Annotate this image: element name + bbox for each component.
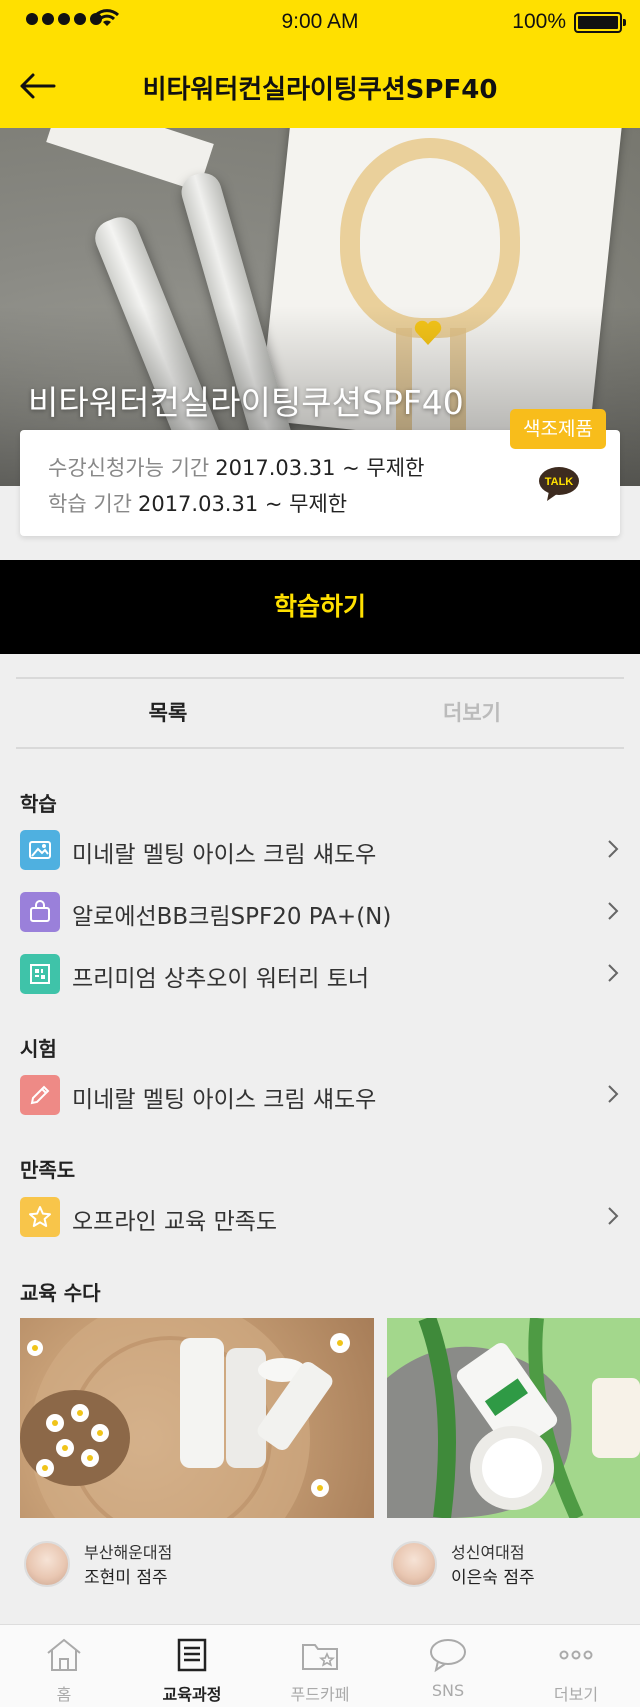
tab-bar: 목록 더보기 bbox=[16, 677, 624, 749]
cosmetics-photo bbox=[20, 1318, 350, 1518]
image-icon bbox=[20, 830, 60, 870]
section-title-talk: 교육 수다 bbox=[20, 1281, 101, 1305]
avatar bbox=[24, 1541, 70, 1587]
page-title: 비타워터컨실라이팅쿠션SPF40 bbox=[142, 75, 498, 105]
apply-period-label: 수강신청가능 기간 bbox=[48, 456, 210, 480]
bottom-tab-label: 교육과정 bbox=[162, 1685, 222, 1704]
star-icon bbox=[20, 1197, 60, 1237]
list-item-study-1[interactable]: 미네랄 멜팅 아이스 크림 섀도우 bbox=[20, 828, 624, 872]
talk-chat-icon[interactable]: TALK bbox=[539, 466, 579, 502]
chevron-right-icon bbox=[608, 840, 619, 858]
apply-period: 수강신청가능 기간 2017.03.31 ~ 무제한 bbox=[48, 452, 424, 482]
chevron-right-icon bbox=[608, 964, 619, 982]
bottom-tab-label: 홈 bbox=[56, 1685, 72, 1704]
navigation-bar: 비타워터컨실라이팅쿠션SPF40 bbox=[0, 44, 640, 128]
more-dots-icon bbox=[559, 1650, 593, 1660]
bottom-tab-home[interactable]: 홈 bbox=[0, 1625, 128, 1707]
avatar bbox=[391, 1541, 437, 1587]
bottom-tab-label: SNS bbox=[431, 1681, 465, 1700]
cosmetics-photo bbox=[387, 1318, 640, 1518]
talk-post-photo-2[interactable] bbox=[387, 1318, 640, 1518]
folder-star-icon bbox=[302, 1644, 338, 1670]
study-period: 학습 기간 2017.03.31 ~ 무제한 bbox=[48, 488, 347, 518]
list-item-label: 오프라인 교육 만족도 bbox=[72, 1209, 278, 1235]
tab-more[interactable]: 더보기 bbox=[320, 679, 624, 747]
list-item-exam-1[interactable]: 미네랄 멜팅 아이스 크림 섀도우 bbox=[20, 1073, 624, 1117]
list-item-label: 미네랄 멜팅 아이스 크림 섀도우 bbox=[72, 1087, 377, 1113]
author-name: 이은숙 점주 bbox=[451, 1568, 535, 1588]
qr-icon bbox=[20, 954, 60, 994]
talk-post-photo-1[interactable] bbox=[20, 1318, 374, 1518]
bottom-tab-label: 더보기 bbox=[553, 1685, 599, 1704]
section-title-exam: 시험 bbox=[20, 1037, 57, 1061]
apply-period-value: 2017.03.31 ~ 무제한 bbox=[215, 456, 425, 480]
bag-icon bbox=[20, 892, 60, 932]
study-period-value: 2017.03.31 ~ 무제한 bbox=[137, 492, 348, 516]
hero-title: 비타워터컨실라이팅쿠션SPF40 bbox=[28, 383, 464, 422]
chevron-right-icon bbox=[608, 1085, 619, 1103]
status-bar: 9:00 AM 100% bbox=[0, 0, 640, 44]
chat-bubble-icon bbox=[430, 1639, 466, 1673]
bottom-tab-food-cafe[interactable]: 푸드카페 bbox=[256, 1625, 384, 1707]
chevron-right-icon bbox=[608, 902, 619, 920]
bottom-navigation: 홈 교육과정 푸드카페 SNS 더보기 bbox=[0, 1624, 640, 1707]
author-store: 부산해운대점 bbox=[84, 1543, 173, 1562]
start-learning-label: 학습하기 bbox=[273, 592, 366, 621]
bottom-tab-courses[interactable]: 교육과정 bbox=[128, 1625, 256, 1707]
bottom-tab-label: 푸드카페 bbox=[290, 1685, 350, 1704]
author-store: 성신여대점 bbox=[451, 1543, 525, 1562]
chevron-right-icon bbox=[608, 1207, 619, 1225]
tab-list[interactable]: 목록 bbox=[16, 679, 320, 747]
home-icon bbox=[47, 1638, 81, 1671]
list-item-label: 프리미엄 상추오이 워터리 토너 bbox=[72, 966, 370, 992]
list-item-label: 미네랄 멜팅 아이스 크림 섀도우 bbox=[72, 842, 377, 868]
bottom-tab-sns[interactable]: SNS bbox=[384, 1625, 512, 1707]
list-item-satisfaction-1[interactable]: 오프라인 교육 만족도 bbox=[20, 1195, 624, 1239]
category-badge: 색조제품 bbox=[510, 409, 606, 449]
list-item-study-2[interactable]: 알로에선BB크림SPF20 PA+(N) bbox=[20, 890, 624, 934]
list-item-label: 알로에선BB크림SPF20 PA+(N) bbox=[72, 904, 392, 930]
svg-text:TALK: TALK bbox=[545, 476, 574, 488]
battery-icon bbox=[574, 12, 626, 33]
start-learning-button[interactable]: 학습하기 bbox=[0, 560, 640, 654]
section-title-study: 학습 bbox=[20, 792, 57, 816]
bottom-tab-more[interactable]: 더보기 bbox=[512, 1625, 640, 1707]
document-icon bbox=[177, 1638, 207, 1672]
author-name: 조현미 점주 bbox=[84, 1568, 168, 1588]
battery-percent: 100% bbox=[512, 10, 566, 33]
study-period-label: 학습 기간 bbox=[48, 492, 132, 516]
pencil-icon bbox=[20, 1075, 60, 1115]
list-item-study-3[interactable]: 프리미엄 상추오이 워터리 토너 bbox=[20, 952, 624, 996]
section-title-satisfaction: 만족도 bbox=[20, 1158, 76, 1182]
